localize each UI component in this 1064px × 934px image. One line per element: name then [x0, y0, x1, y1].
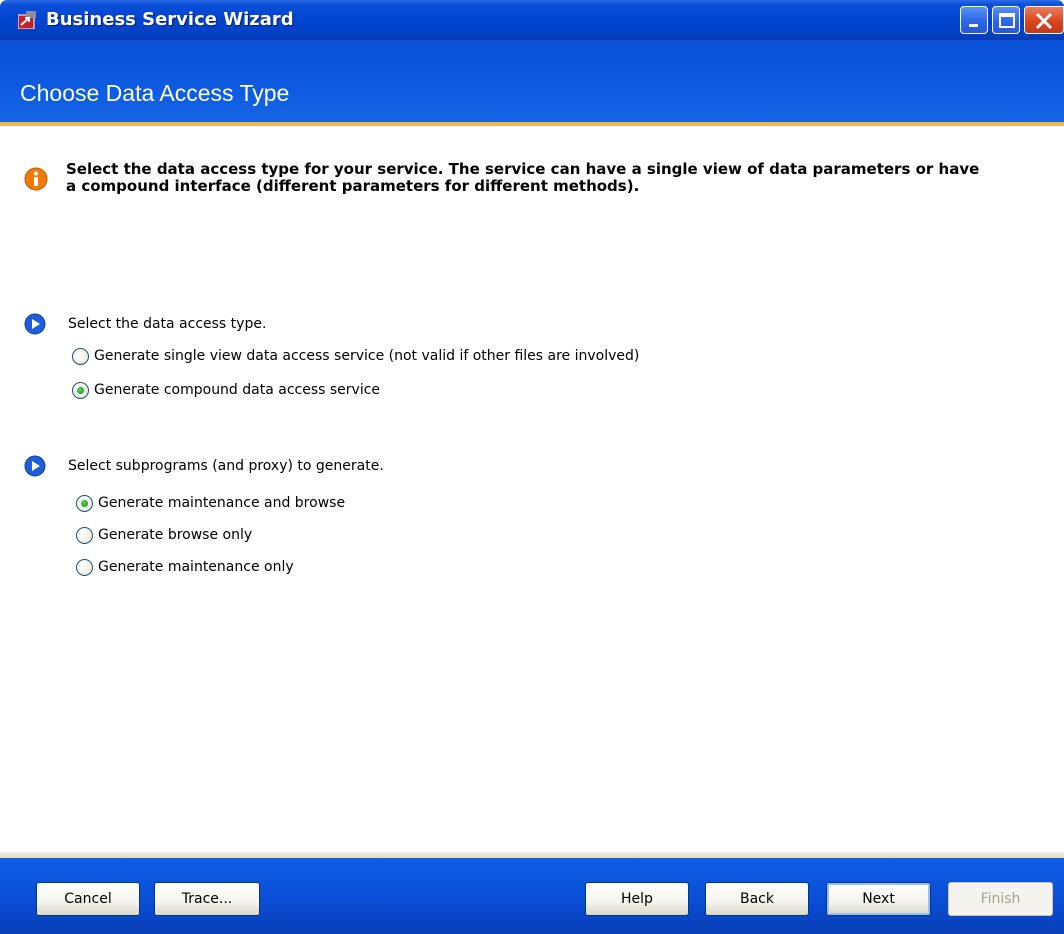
wizard-app-icon: [18, 11, 36, 29]
help-button[interactable]: Help: [585, 882, 689, 916]
data-access-type-label: Select the data access type.: [68, 316, 267, 332]
subprograms-label: Select subprograms (and proxy) to genera…: [68, 458, 384, 474]
info-message: Select the data access type for your ser…: [66, 160, 980, 195]
radio-label: Generate compound data access service: [94, 382, 381, 398]
radio-label: Generate browse only: [98, 527, 253, 543]
close-icon: [1035, 12, 1053, 30]
info-icon: [24, 167, 48, 191]
radio-button[interactable]: [76, 526, 93, 544]
arrow-right-circle-icon: [24, 313, 46, 335]
radio-compound[interactable]: Generate compound data access service: [72, 376, 380, 404]
radio-browse-only[interactable]: Generate browse only: [76, 521, 252, 549]
minimize-icon: [969, 24, 978, 27]
radio-label: Generate maintenance only: [98, 559, 294, 575]
maximize-icon: [999, 13, 1015, 28]
radio-maintenance-only[interactable]: Generate maintenance only: [76, 553, 294, 581]
radio-single-view[interactable]: Generate single view data access service…: [72, 342, 639, 370]
maximize-button[interactable]: [992, 6, 1020, 34]
radio-button[interactable]: [76, 494, 93, 512]
radio-button[interactable]: [72, 381, 89, 399]
cancel-button[interactable]: Cancel: [36, 882, 140, 916]
close-button[interactable]: [1024, 6, 1064, 34]
radio-maintenance-and-browse[interactable]: Generate maintenance and browse: [76, 489, 345, 517]
back-button[interactable]: Back: [705, 882, 809, 916]
arrow-right-circle-icon: [24, 455, 46, 477]
trace-button[interactable]: Trace...: [154, 882, 260, 916]
radio-button[interactable]: [72, 347, 89, 365]
radio-label: Generate single view data access service…: [94, 348, 640, 364]
title-bar: Business Service Wizard: [0, 0, 1064, 40]
minimize-button[interactable]: [960, 6, 988, 34]
finish-button[interactable]: Finish: [948, 882, 1053, 916]
wizard-footer: Cancel Trace... Help Back Next Finish: [0, 858, 1064, 934]
window-title: Business Service Wizard: [46, 9, 294, 30]
radio-label: Generate maintenance and browse: [98, 495, 346, 511]
wizard-header: Choose Data Access Type: [0, 40, 1064, 122]
radio-button[interactable]: [76, 558, 93, 576]
next-button[interactable]: Next: [826, 882, 931, 916]
page-title: Choose Data Access Type: [20, 80, 290, 106]
